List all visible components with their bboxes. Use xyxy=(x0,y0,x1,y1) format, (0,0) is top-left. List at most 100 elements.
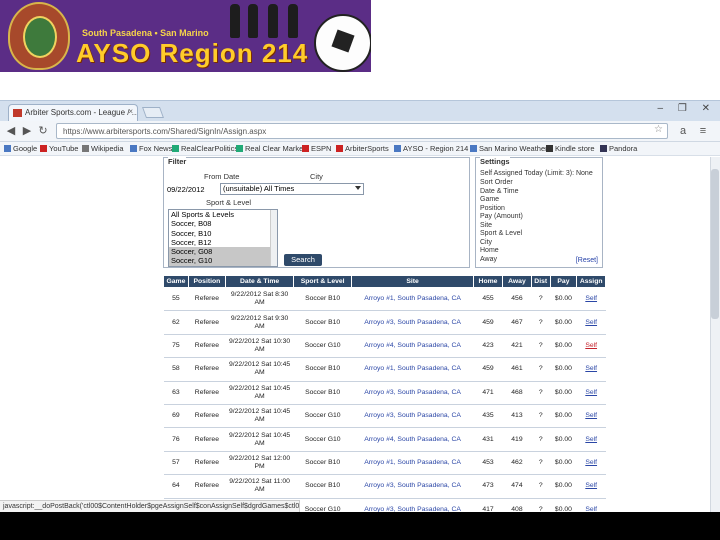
site-cell[interactable]: Arroyo #3, South Pasadena, CA xyxy=(351,404,474,429)
column-header[interactable]: Away xyxy=(501,275,532,288)
scrollbar-thumb[interactable] xyxy=(711,169,719,319)
assign-link[interactable]: Self xyxy=(576,474,606,499)
forward-icon[interactable]: ▶ xyxy=(20,124,34,138)
column-header[interactable]: Position xyxy=(187,275,227,288)
address-bar[interactable]: https://www.arbitersports.com/Shared/Sig… xyxy=(56,123,668,139)
screenshot-stage: South Pasadena • San Marino AYSO Region … xyxy=(0,0,720,540)
site-cell[interactable]: Arroyo #3, South Pasadena, CA xyxy=(351,310,474,335)
settings-item[interactable]: Game xyxy=(480,196,499,203)
site-cell[interactable]: Arroyo #1, South Pasadena, CA xyxy=(351,357,474,382)
window-controls[interactable]: – ❐ ✕ xyxy=(658,103,716,114)
sport-option[interactable]: Soccer, B10 xyxy=(169,229,277,238)
position-cell: Referee xyxy=(188,474,226,499)
site-cell[interactable]: Arroyo #4, South Pasadena, CA xyxy=(351,427,474,452)
games-table: Game Position Date & Time Sport & Level … xyxy=(163,275,606,513)
sport-option[interactable]: Soccer, G10 xyxy=(169,256,277,266)
datetime-cell: 9/22/2012 Sat 10:30 AM xyxy=(225,334,294,359)
sport-level-listbox[interactable]: All Sports & Levels Soccer, B08 Soccer, … xyxy=(168,209,278,267)
bookmark-item[interactable]: Google xyxy=(4,144,37,153)
close-tab-icon[interactable]: × xyxy=(128,107,133,116)
column-header[interactable]: Dist xyxy=(530,275,551,288)
column-header[interactable]: Sport & Level xyxy=(293,275,353,288)
position-cell: Referee xyxy=(188,427,226,452)
settings-item[interactable]: City xyxy=(480,239,492,246)
site-cell[interactable]: Arroyo #3, South Pasadena, CA xyxy=(351,381,474,405)
bookmark-item[interactable]: YouTube xyxy=(40,144,78,153)
distance-cell: ? xyxy=(531,451,550,476)
sport-option[interactable]: All Sports & Levels xyxy=(169,210,277,219)
assign-link[interactable]: Self xyxy=(576,357,606,382)
sport-level-cell: Soccer G10 xyxy=(293,404,352,429)
wrench-menu-icon[interactable]: ≡ xyxy=(696,124,710,138)
sport-option[interactable]: Soccer, B12 xyxy=(169,238,277,247)
search-button[interactable]: Search xyxy=(284,254,322,266)
page-scrollbar[interactable] xyxy=(710,157,720,513)
assign-link[interactable]: Self xyxy=(576,498,606,513)
table-row: 76 Referee 9/22/2012 Sat 10:45 AM Soccer G1… xyxy=(163,427,606,452)
assign-link[interactable]: Self xyxy=(576,427,606,452)
sport-level-cell: Soccer B10 xyxy=(293,357,352,382)
sport-level-cell: Soccer B10 xyxy=(293,310,352,335)
game-cell: 62 xyxy=(163,310,189,335)
bookmark-item[interactable]: ESPN xyxy=(302,144,331,153)
settings-item[interactable]: Away xyxy=(480,256,497,263)
sport-option[interactable]: Soccer, B08 xyxy=(169,219,277,228)
bookmark-item[interactable]: Wikipedia xyxy=(82,144,124,153)
settings-item[interactable]: Date & Time xyxy=(480,188,519,195)
site-cell[interactable]: Arroyo #3, South Pasadena, CA xyxy=(351,474,474,499)
bookmark-item[interactable]: ArbiterSports xyxy=(336,144,389,153)
site-cell[interactable]: Arroyo #4, South Pasadena, CA xyxy=(351,334,474,359)
site-cell[interactable]: Arroyo #3, South Pasadena, CA xyxy=(351,498,474,513)
arbiter-favicon-icon xyxy=(13,109,22,117)
column-header[interactable]: Pay xyxy=(549,275,578,288)
pay-cell: $0.00 xyxy=(550,381,577,405)
browser-tab[interactable]: Arbiter Sports.com - League / ... × xyxy=(8,104,138,121)
bookmark-item[interactable]: Pandora xyxy=(600,144,637,153)
back-icon[interactable]: ◀ xyxy=(4,124,18,138)
column-header[interactable]: Date & Time xyxy=(224,275,295,288)
city-select[interactable]: (unsuitable) All Times xyxy=(220,183,364,195)
assign-link[interactable]: Self xyxy=(576,310,606,335)
site-cell[interactable]: Arroyo #1, South Pasadena, CA xyxy=(351,451,474,476)
bookmark-star-icon[interactable]: ☆ xyxy=(654,124,663,135)
distance-cell: ? xyxy=(531,357,550,382)
bookmark-item[interactable]: San Marino Weather xyxy=(470,144,548,153)
bookmark-item[interactable]: Real Clear Markets xyxy=(236,144,309,153)
settings-item[interactable]: Sort Order xyxy=(480,179,513,186)
bookmark-item[interactable]: Kindle store xyxy=(546,144,595,153)
bookmark-item[interactable]: Fox News xyxy=(130,144,172,153)
sport-option[interactable]: Soccer, G08 xyxy=(169,247,277,257)
column-header[interactable]: Site xyxy=(351,275,475,288)
settings-item[interactable]: Site xyxy=(480,222,492,229)
bookmark-item[interactable]: RealClearPolitics xyxy=(172,144,238,153)
from-date-field[interactable] xyxy=(167,184,209,195)
reset-link[interactable]: [Reset] xyxy=(576,257,598,264)
reload-icon[interactable]: ↻ xyxy=(36,124,50,138)
assign-link[interactable]: Self xyxy=(576,287,606,312)
listbox-scrollbar[interactable] xyxy=(270,210,277,266)
sport-level-cell: Soccer B10 xyxy=(293,381,352,405)
column-header[interactable]: Assign xyxy=(576,275,606,288)
settings-item[interactable]: Position xyxy=(480,205,505,212)
distance-cell: ? xyxy=(531,334,550,359)
settings-item: Self Assigned Today (Limit: 3): None xyxy=(480,170,593,177)
assign-link[interactable]: Self xyxy=(576,334,606,359)
assign-link[interactable]: Self xyxy=(576,381,606,405)
site-cell[interactable]: Arroyo #1, South Pasadena, CA xyxy=(351,287,474,312)
table-row: 63 Referee 9/22/2012 Sat 10:45 AM Soccer B1… xyxy=(163,381,606,405)
settings-item[interactable]: Home xyxy=(480,247,499,254)
extension-icon[interactable]: a xyxy=(676,124,690,138)
datetime-cell: 9/22/2012 Sat 9:30 AM xyxy=(225,310,294,335)
position-cell: Referee xyxy=(188,404,226,429)
bookmark-item[interactable]: AYSO - Region 214 xyxy=(394,144,468,153)
new-tab-button[interactable] xyxy=(141,107,165,118)
settings-item[interactable]: Sport & Level xyxy=(480,230,522,237)
column-header[interactable]: Game xyxy=(163,275,189,288)
datetime-cell: 9/22/2012 Sat 12:00 PM xyxy=(225,451,294,476)
assign-link[interactable]: Self xyxy=(576,404,606,429)
column-header[interactable]: Home xyxy=(473,275,503,288)
sport-level-cell: Soccer G10 xyxy=(293,427,352,452)
settings-item[interactable]: Pay (Amount) xyxy=(480,213,523,220)
status-bar: javascript:__doPostBack('ctl00$ContentHo… xyxy=(0,500,300,512)
assign-link[interactable]: Self xyxy=(576,451,606,476)
